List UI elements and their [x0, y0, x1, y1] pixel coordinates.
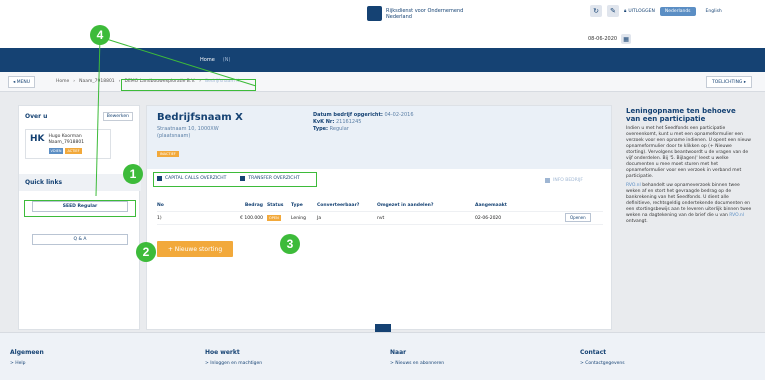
- highlight-seed: [24, 200, 136, 217]
- lock-icon: 🔒︎: [624, 9, 627, 14]
- edit-button[interactable]: Bewerken: [102, 112, 133, 121]
- callout-1: 1: [123, 164, 143, 184]
- footer: Algemeen > Help Hoe werkt > Inloggen en ma…: [0, 332, 765, 380]
- rvo-link-2[interactable]: RVO.nl: [729, 213, 744, 218]
- company-status-badge: INACTIEF: [157, 151, 179, 157]
- role-badge: VDIEN: [48, 148, 64, 154]
- footer-link[interactable]: > Inloggen en machtigen: [205, 361, 262, 366]
- lang-nl-button[interactable]: Nederlands: [659, 6, 696, 16]
- footer-title: Contact: [580, 349, 607, 356]
- footer-title: Algemeen: [10, 349, 44, 356]
- main-nav: Home (N): [0, 48, 765, 72]
- callout-2: 2: [136, 242, 156, 262]
- status-badge: ACTIEF: [65, 148, 82, 154]
- info-text: Indien u met het Seedfonds een participa…: [626, 126, 751, 179]
- open-row-button[interactable]: Openen: [565, 213, 591, 222]
- refresh-icon[interactable]: ↻: [590, 5, 602, 17]
- table-row: 1) € 100.000 OPEN Lening Ja nvt 02-06-20…: [157, 212, 603, 225]
- current-date: 08-06-2020: [588, 36, 618, 42]
- scroll-tab[interactable]: [375, 324, 391, 332]
- sidebar: Over u Bewerken HK Hugo Koorman Naam_791…: [18, 105, 141, 330]
- qa-button[interactable]: Q & A: [32, 234, 128, 245]
- calendar-icon[interactable]: ▦: [621, 34, 632, 44]
- avatar: HK: [30, 134, 45, 144]
- crest-icon: [367, 6, 382, 21]
- info-icon: [545, 178, 550, 183]
- callout-4: 4: [90, 25, 110, 45]
- pen-icon[interactable]: ✎: [607, 5, 619, 17]
- crumb-home[interactable]: Home: [56, 79, 69, 84]
- footer-link[interactable]: > Help: [10, 361, 44, 366]
- highlight-tabs: [153, 172, 317, 187]
- org-name-line1: Rijksdienst voor Ondernemend: [386, 7, 464, 14]
- footer-link[interactable]: > Nieuws en abonneren: [390, 361, 444, 366]
- logout-button[interactable]: 🔒︎ UITLOGGEN: [624, 8, 655, 15]
- table-header: No Bedrag Status Type Converteerbaar? Om…: [157, 199, 603, 212]
- lang-en-button[interactable]: English: [701, 7, 727, 16]
- rvo-link[interactable]: RVO.nl: [626, 183, 641, 188]
- info-bedrijf-link[interactable]: INFO BEDRIJF: [545, 178, 583, 183]
- company-meta: Datum bedrijf opgericht: 04-02-2016 KvK …: [313, 112, 414, 132]
- menu-button[interactable]: ◂ MENU: [8, 76, 36, 88]
- breadcrumb-bar: ◂ MENU Home › Naam_7918801 › DEMO Landbouw…: [0, 72, 765, 92]
- new-deposit-button[interactable]: + Nieuwe storting: [157, 241, 233, 257]
- toelichting-button[interactable]: TOELICHTING ▸: [706, 76, 753, 88]
- row-status-badge: OPEN: [267, 214, 281, 221]
- rvo-logo: Rijksdienst voor Ondernemend Nederland: [367, 6, 463, 21]
- company-panel: Bedrijfsnaam X Straatnaam 10, 1000XW (pl…: [146, 105, 612, 330]
- user-id: Naam_7918801: [48, 140, 85, 145]
- crumb-naam[interactable]: Naam_7918801: [79, 79, 115, 84]
- company-city: (plaatsnaam): [157, 133, 191, 139]
- org-name-line2: Nederland: [386, 13, 412, 20]
- info-panel: Leningopname ten behoeve van een partici…: [626, 107, 752, 224]
- nav-home[interactable]: Home: [200, 57, 215, 63]
- callout-3: 3: [280, 234, 300, 254]
- capital-calls-table: No Bedrag Status Type Converteerbaar? Om…: [157, 199, 603, 225]
- user-card: HK Hugo Koorman Naam_7918801 VDIEN ACTIE…: [25, 129, 111, 159]
- highlight-breadcrumb: [121, 79, 256, 91]
- top-bar: Rijksdienst voor Ondernemend Nederland ↻…: [0, 0, 765, 48]
- nav-second[interactable]: (N): [223, 57, 231, 63]
- info-title: Leningopname ten behoeve van een partici…: [626, 107, 736, 123]
- footer-title: Naar: [390, 349, 407, 356]
- footer-link[interactable]: > Contactgegevens: [580, 361, 625, 366]
- about-title: Over u: [25, 113, 48, 120]
- footer-title: Hoe werkt: [205, 349, 240, 356]
